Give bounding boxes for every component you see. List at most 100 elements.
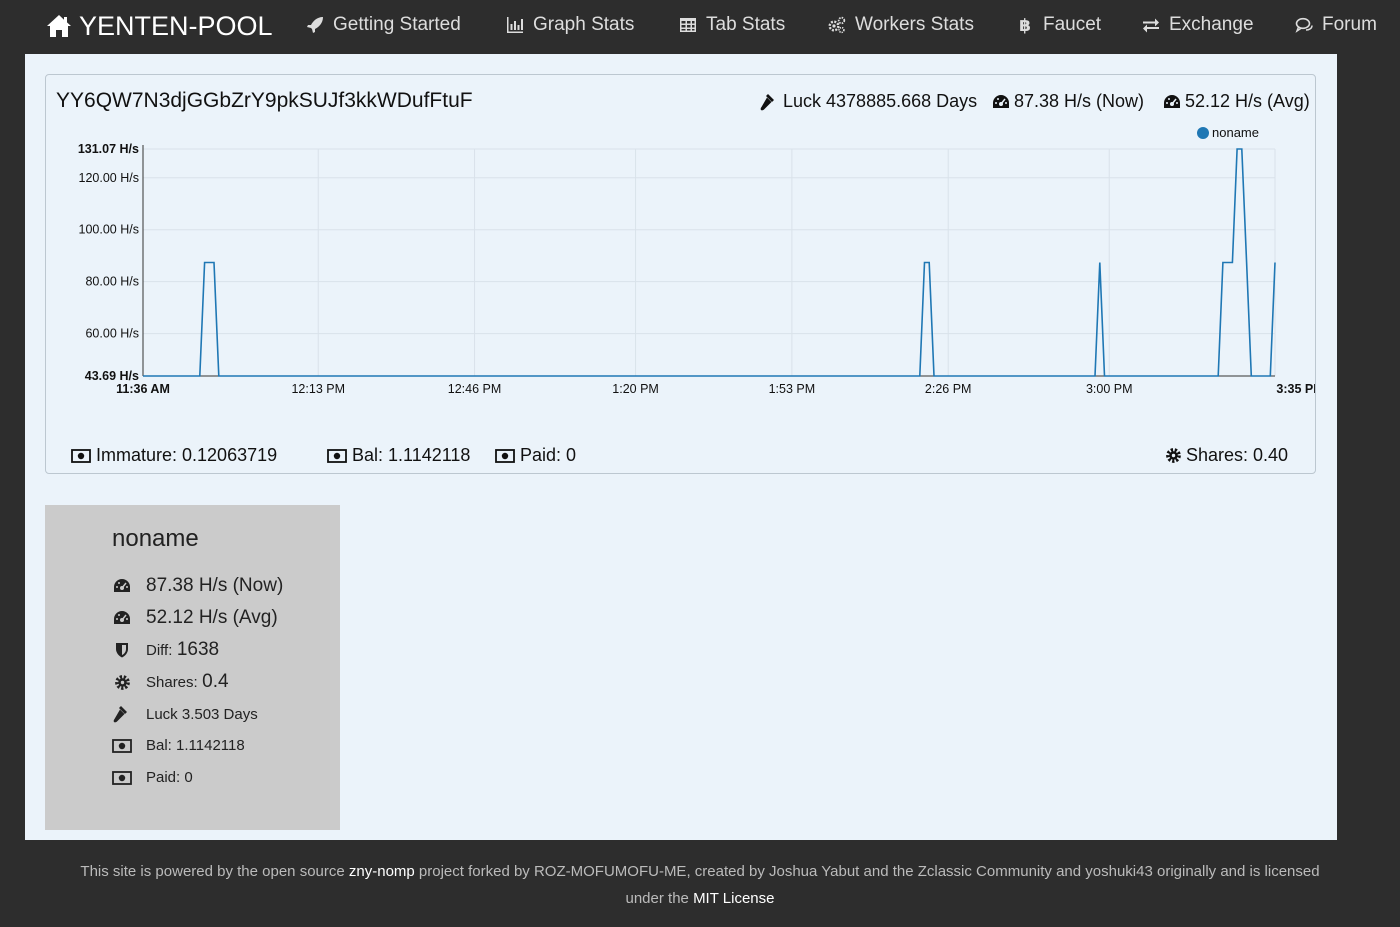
money-icon [112,738,132,753]
worker-name: noname [112,525,199,552]
y-tick-label: 43.69 H/s [85,369,139,383]
worker-shares: Shares: 0.4 [112,671,229,693]
hashrate-chart: 131.07 H/s 120.00 H/s 100.00 H/s 80.00 H/s 6… [78,125,1315,396]
gavel-icon [112,705,132,723]
x-tick-label: 11:36 AM [116,382,170,396]
nav-tab-stats[interactable]: Tab Stats [679,12,785,38]
y-tick-label: 131.07 H/s [78,142,139,156]
worker-shares-value: 0.4 [202,671,229,692]
top-navbar: YENTEN-POOL Getting Started Graph Stats … [0,0,1400,52]
dashboard-icon [112,610,132,626]
comments-icon [1295,16,1313,34]
brand-label: YENTEN-POOL [79,10,273,41]
y-tick-label: 100.00 H/s [79,223,139,237]
worker-hashrate-avg-text: 52.12 H/s (Avg) [146,607,278,628]
dashboard-icon [1164,94,1180,108]
y-tick-label: 80.00 H/s [85,275,139,289]
worker-paid-text: Paid: 0 [146,769,193,786]
nav-getting-started[interactable]: Getting Started [306,12,461,38]
dashboard-icon [993,94,1009,108]
nav-graph-stats[interactable]: Graph Stats [506,12,634,38]
hashrate-now-stat: 87.38 H/s (Now) [992,91,1144,112]
nav-label: Tab Stats [706,14,786,35]
worker-balance: Bal: 1.1142118 [112,737,245,754]
immature-text: Immature: 0.12063719 [96,445,278,465]
svg-text:฿: ฿ [1019,16,1031,34]
x-tick-label: 12:46 PM [448,382,502,396]
worker-hashrate-avg: 52.12 H/s (Avg) [112,607,278,629]
luck-text: Luck 4378885.668 Days [783,91,978,111]
worker-shares-label: Shares: [146,673,198,691]
money-icon [327,448,347,463]
hashrate-now-text: 87.38 H/s (Now) [1014,91,1145,111]
worker-paid: Paid: 0 [112,769,193,786]
nav-exchange[interactable]: Exchange [1142,12,1254,38]
x-tick-label: 1:20 PM [612,382,659,396]
worker-hashrate-now-text: 87.38 H/s (Now) [146,575,284,596]
shares-text: Shares: 0.40 [1186,445,1289,465]
worker-diff-value: 1638 [176,639,220,660]
money-icon [112,770,132,785]
rocket-icon [306,16,324,34]
nav-label: Getting Started [333,14,461,35]
y-tick-label: 60.00 H/s [85,327,139,341]
worker-diff: Diff: 1638 [112,639,219,661]
bar-chart-icon [506,16,524,34]
table-icon [679,16,697,34]
nav-label: Forum [1322,14,1377,35]
nav-label: Faucet [1043,14,1102,35]
hashrate-avg-stat: 52.12 H/s (Avg) [1163,91,1310,112]
money-icon [495,448,515,463]
exchange-icon [1142,16,1160,34]
nav-label: Exchange [1169,14,1254,35]
footer-line-2: under the MIT License [0,885,1400,912]
worker-luck: Luck 3.503 Days [112,705,258,723]
nav-faucet[interactable]: ฿ Faucet [1016,12,1101,38]
worker-card: noname 87.38 H/s (Now) 52.12 H/s (Avg) D… [45,505,340,830]
nav-workers-stats[interactable]: Workers Stats [828,12,974,38]
nav-label: Graph Stats [533,14,635,35]
worker-diff-label: Diff: [146,641,173,659]
miner-stats-card: YY6QW7N3djGGbZrY9pkSUJf3kkWDufFtuF Luck … [45,74,1316,474]
gear-icon [112,674,132,691]
gavel-icon [760,93,774,110]
y-tick-label: 120.00 H/s [79,171,139,185]
balance-text: Bal: 1.1142118 [352,445,471,465]
dashboard-icon [112,578,132,594]
gear-icon [1166,448,1181,463]
balance-stat: Bal: 1.1142118 [327,445,470,466]
legend-dot [1197,127,1209,139]
x-tick-label: 2:26 PM [925,382,972,396]
immature-stat: Immature: 0.12063719 [71,445,277,466]
gears-icon [828,16,846,34]
worker-luck-text: Luck 3.503 Days [146,705,258,723]
mit-license-link[interactable]: MIT License [693,890,774,907]
brand-link[interactable]: YENTEN-POOL [46,8,273,44]
main-content: YY6QW7N3djGGbZrY9pkSUJf3kkWDufFtuF Luck … [25,54,1337,840]
paid-text: Paid: 0 [520,445,577,465]
footer-text: under the [625,890,694,907]
worker-balance-text: Bal: 1.1142118 [146,737,245,754]
zny-nomp-link[interactable]: zny-nomp [349,863,415,880]
shares-stat: Shares: 0.40 [1165,445,1288,466]
worker-hashrate-now: 87.38 H/s (Now) [112,575,283,597]
hashrate-avg-text: 52.12 H/s (Avg) [1185,91,1310,111]
x-tick-label: 12:13 PM [291,382,345,396]
x-tick-label: 3:00 PM [1086,382,1133,396]
luck-stat: Luck 4378885.668 Days [760,91,977,112]
paid-stat: Paid: 0 [495,445,576,466]
footer-text: project forked by ROZ-MOFUMOFU-ME, creat… [414,863,1320,880]
home-icon [47,15,71,37]
miner-address: YY6QW7N3djGGbZrY9pkSUJf3kkWDufFtuF [56,89,473,112]
x-tick-label: 3:35 PM [1276,382,1315,396]
money-icon [71,448,91,463]
shield-icon [112,642,132,658]
nav-label: Workers Stats [855,14,974,35]
nav-forum[interactable]: Forum [1295,12,1377,38]
series-line [143,148,1276,377]
footer-text: This site is powered by the open source [80,863,349,880]
legend-label: noname [1212,125,1259,140]
bitcoin-icon: ฿ [1016,16,1034,34]
footer-line-1: This site is powered by the open source … [0,858,1400,885]
x-tick-label: 1:53 PM [769,382,816,396]
